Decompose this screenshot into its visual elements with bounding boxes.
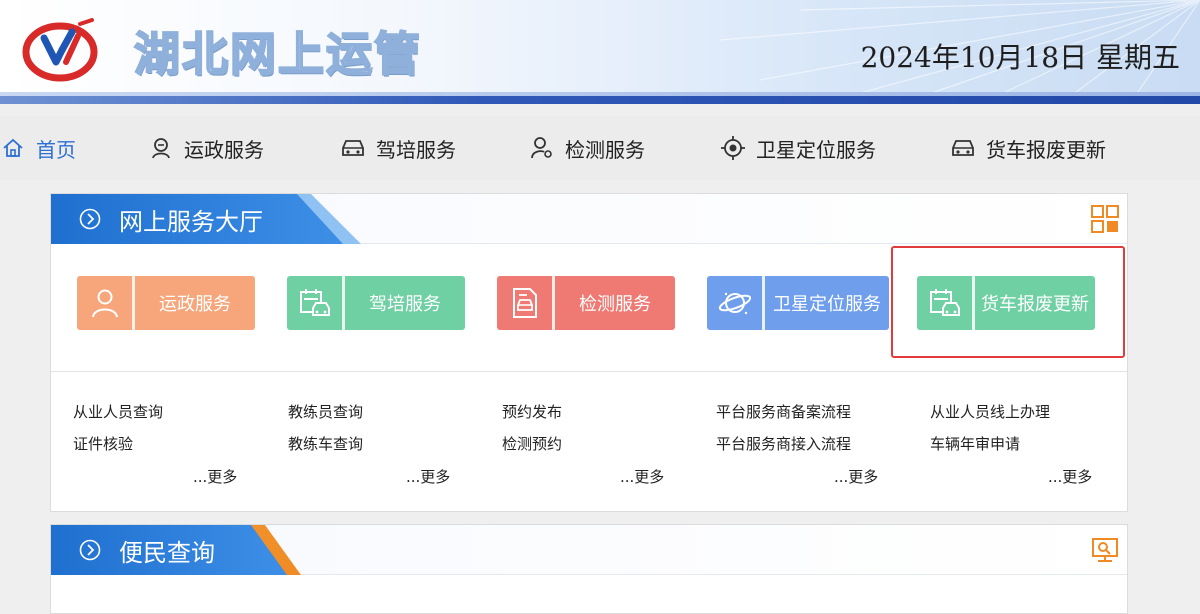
document-car-icon [497, 276, 555, 330]
more-link[interactable]: ...更多 [406, 466, 450, 487]
header-band [0, 96, 1200, 104]
link-vehicle-annual-review[interactable]: 车辆年审申请 [930, 434, 1140, 466]
date-display: 2024年10月18日 星期五 [860, 41, 1180, 74]
chevron-circle-icon [79, 539, 101, 561]
planet-icon [707, 276, 765, 330]
truck-icon [950, 135, 976, 161]
link-coach-car-query[interactable]: 教练车查询 [288, 434, 498, 466]
calendar-car-icon [287, 276, 345, 330]
link-reservation-publish[interactable]: 预约发布 [502, 402, 712, 434]
service-tiles: 运政服务 驾培服务 检测服务 卫星定位服务 货车报废更新 [51, 244, 1127, 372]
nav-item-label: 驾培服务 [376, 137, 456, 162]
tile-label: 卫星定位服务 [773, 294, 881, 315]
convenience-header: 便民查询 [51, 525, 1127, 575]
site-title: 湖北网上运管 [133, 26, 422, 82]
home-icon [0, 135, 26, 161]
site-header: 湖北网上运管 2024年10月18日 星期五 [0, 0, 1200, 104]
tile-driving-training[interactable]: 驾培服务 [287, 276, 465, 330]
tile-transport-service[interactable]: 运政服务 [77, 276, 255, 330]
quick-links: 从业人员查询 证件核验 ...更多 教练员查询 教练车查询 ...更多 预约发布… [51, 372, 1127, 512]
link-column: 从业人员线上办理 车辆年审申请 ...更多 [930, 402, 1140, 486]
more-link[interactable]: ...更多 [620, 466, 664, 487]
main-nav: 首页 运政服务 驾培服务 检测服务 卫星定位服务 货车报废更新 [0, 116, 1200, 180]
nav-item-driving-training[interactable]: 驾培服务 [340, 116, 456, 180]
nav-item-satellite[interactable]: 卫星定位服务 [720, 116, 876, 180]
link-platform-access-process[interactable]: 平台服务商接入流程 [716, 434, 926, 466]
link-column: 平台服务商备案流程 平台服务商接入流程 ...更多 [716, 402, 926, 486]
more-link[interactable]: ...更多 [834, 466, 878, 487]
nav-item-label: 首页 [36, 137, 76, 162]
nav-item-truck-scrap[interactable]: 货车报废更新 [950, 116, 1106, 180]
nav-item-transport-service[interactable]: 运政服务 [148, 116, 264, 180]
tile-label: 运政服务 [159, 294, 231, 315]
tile-inspection[interactable]: 检测服务 [497, 276, 675, 330]
nav-item-label: 检测服务 [565, 137, 645, 162]
nav-item-label: 卫星定位服务 [756, 137, 876, 162]
service-hall-title: 网上服务大厅 [119, 208, 263, 236]
more-link[interactable]: ...更多 [193, 466, 237, 487]
user-service-icon [148, 135, 174, 161]
grid-menu-icon[interactable] [1091, 205, 1119, 233]
convenience-panel: 便民查询 [50, 524, 1128, 614]
link-column: 教练员查询 教练车查询 ...更多 [288, 402, 498, 486]
link-inspection-reservation[interactable]: 检测预约 [502, 434, 712, 466]
nav-item-inspection[interactable]: 检测服务 [529, 116, 645, 180]
service-hall-panel: 网上服务大厅 运政服务 驾培服务 检测服务 卫星定位服务 货车报废更新 从业人员… [50, 193, 1128, 512]
calendar-car-icon [917, 276, 975, 330]
tile-label: 驾培服务 [369, 294, 441, 315]
logo-icon [22, 18, 98, 82]
nav-item-label: 运政服务 [184, 137, 264, 162]
target-icon [720, 135, 746, 161]
inspect-person-icon [529, 135, 555, 161]
tile-label: 货车报废更新 [981, 294, 1089, 315]
car-icon [340, 135, 366, 161]
link-practitioner-online[interactable]: 从业人员线上办理 [930, 402, 1140, 434]
convenience-title: 便民查询 [119, 539, 215, 567]
link-column: 预约发布 检测预约 ...更多 [502, 402, 712, 486]
tile-satellite[interactable]: 卫星定位服务 [707, 276, 889, 330]
chevron-circle-icon [79, 208, 101, 230]
nav-item-label: 货车报废更新 [986, 137, 1106, 162]
link-practitioner-query[interactable]: 从业人员查询 [73, 402, 283, 434]
nav-item-home[interactable]: 首页 [0, 116, 76, 180]
service-hall-header: 网上服务大厅 [51, 194, 1127, 244]
tile-label: 检测服务 [579, 294, 651, 315]
link-coach-query[interactable]: 教练员查询 [288, 402, 498, 434]
monitor-search-icon[interactable] [1091, 536, 1119, 564]
tile-truck-scrap[interactable]: 货车报废更新 [917, 276, 1095, 330]
link-column: 从业人员查询 证件核验 ...更多 [73, 402, 283, 486]
person-icon [77, 276, 135, 330]
link-certificate-verify[interactable]: 证件核验 [73, 434, 283, 466]
more-link[interactable]: ...更多 [1048, 466, 1092, 487]
link-platform-filing-process[interactable]: 平台服务商备案流程 [716, 402, 926, 434]
